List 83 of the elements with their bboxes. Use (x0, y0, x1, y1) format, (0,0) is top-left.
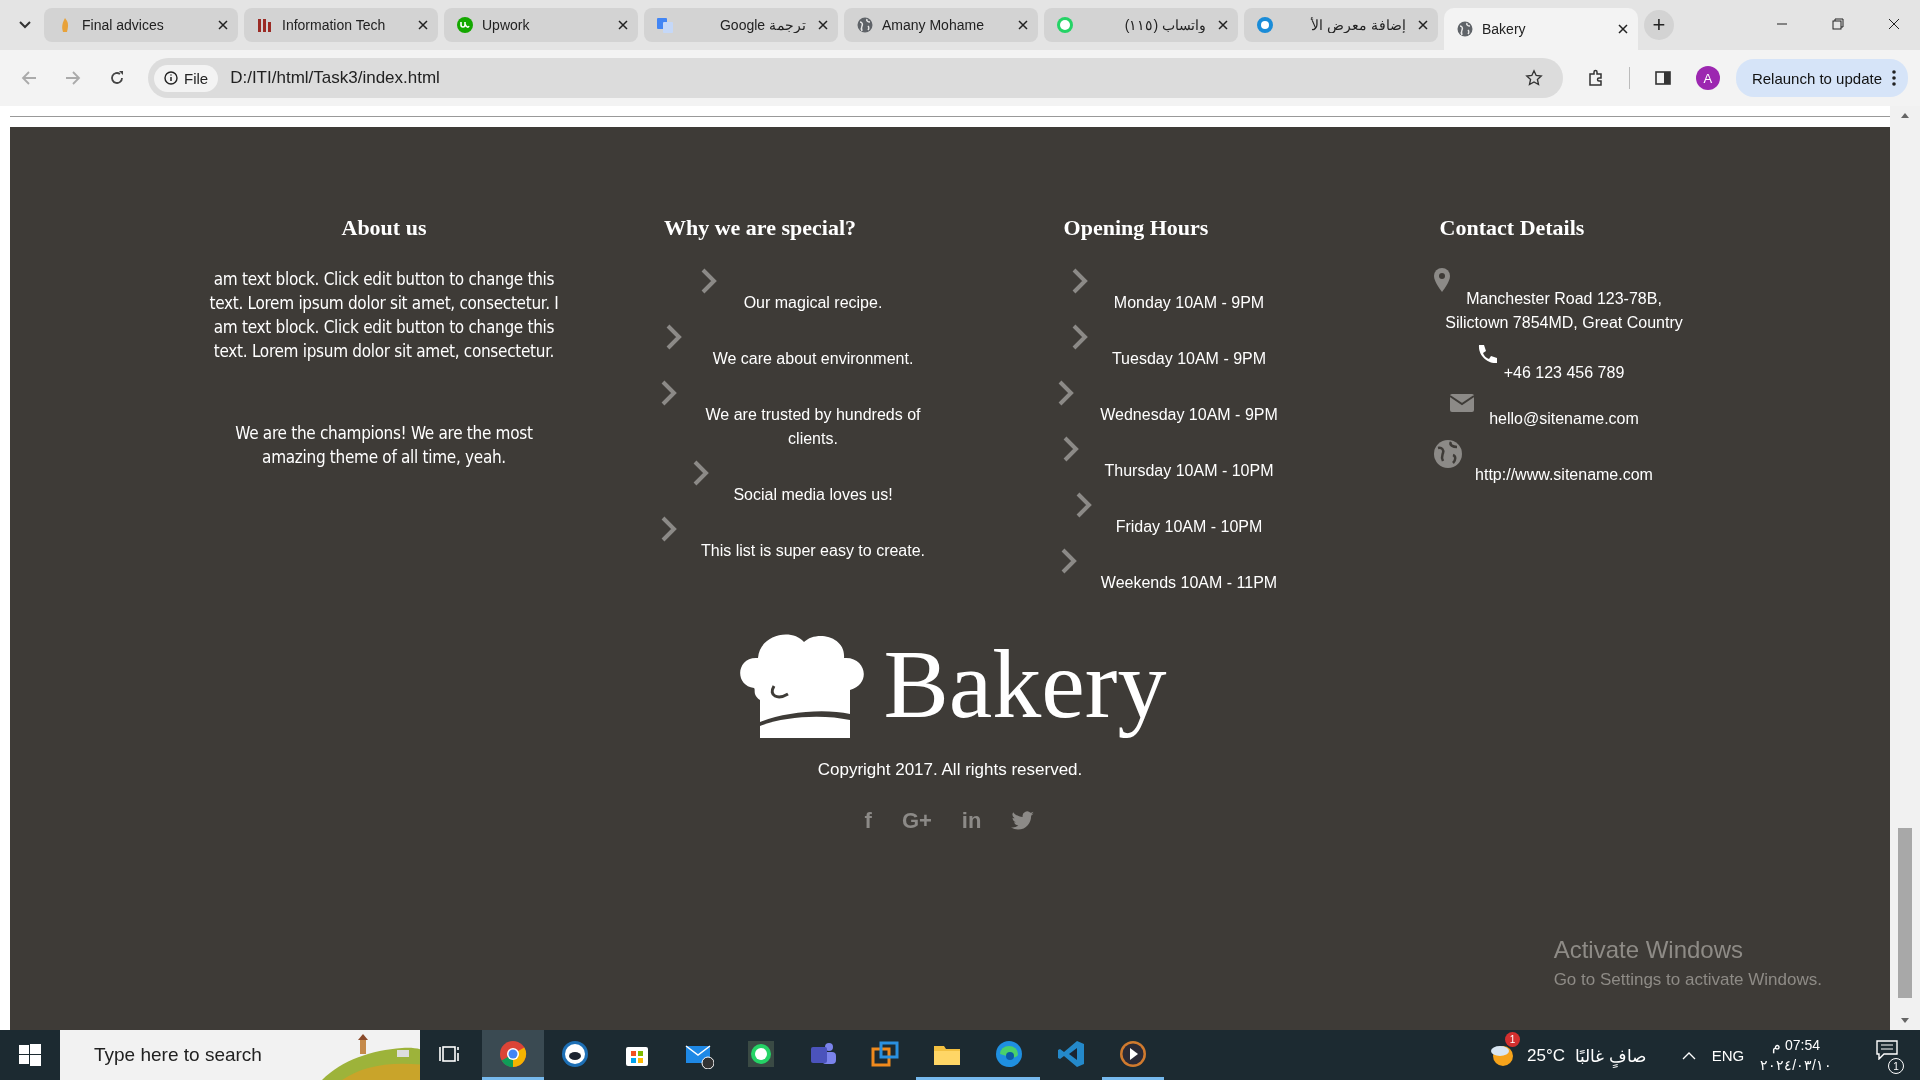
address-bar[interactable]: File D:/ITI/html/Task3/index.html (148, 58, 1563, 98)
url-text: D:/ITI/html/Task3/index.html (230, 68, 441, 88)
app-icon (560, 1038, 590, 1069)
scroll-up-icon[interactable] (1901, 112, 1909, 118)
list-item-text: We are trusted by hundreds of clients. (704, 405, 922, 449)
notification-badge: 1 (1505, 1032, 1520, 1047)
browser-tab[interactable]: Amany Mohame (844, 8, 1038, 42)
notification-badge: 1 (1888, 1058, 1904, 1074)
browser-tab[interactable]: Information Tech (244, 8, 438, 42)
browser-tab[interactable]: Final advices (44, 8, 238, 42)
globe-icon (1433, 439, 1463, 469)
browser-tab[interactable]: إضافة معرض الأ (1244, 8, 1438, 42)
contact-text: hello@sitename.com (1488, 409, 1640, 429)
play-icon (1118, 1038, 1148, 1069)
weather-condition: صافٍ غالبًا (1574, 1045, 1646, 1067)
favicon-icon (1456, 20, 1474, 38)
contact-text: http://www.sitename.com (1474, 465, 1654, 485)
favicon-icon (1056, 16, 1074, 34)
about-paragraph: We are the champions! We are the most amazing theme of all time, yeah. (234, 422, 534, 469)
list-item-text: Our magical recipe. (742, 293, 884, 313)
favicon-icon (456, 16, 474, 34)
chevron-icon (1075, 491, 1093, 519)
envelope-icon (1449, 393, 1475, 413)
location-pin-icon (1433, 267, 1451, 293)
list-item-text: Weekends 10AM - 11PM (1099, 573, 1279, 593)
chevron-icon (692, 459, 710, 487)
taskbar-search-bar[interactable]: Type here to search (60, 1030, 420, 1080)
more-icon[interactable] (1892, 70, 1896, 86)
chevron-icon (1071, 323, 1089, 351)
browser-icon (994, 1038, 1024, 1069)
new-tab-button[interactable]: + (1644, 10, 1674, 40)
chevron-icon (700, 267, 718, 295)
list-item-text: Monday 10AM - 9PM (1112, 293, 1266, 313)
column-heading: Why we are special? (663, 215, 857, 241)
list-item-text: We care about environment. (711, 349, 915, 369)
list-item-text: Social media loves us! (732, 485, 894, 505)
list-item-text: This list is super easy to create. (699, 541, 927, 561)
browser-tab[interactable]: Bakery (1444, 8, 1638, 50)
code-editor-icon (1056, 1038, 1086, 1069)
column-heading: Contact Details (1439, 215, 1585, 241)
info-icon (164, 71, 178, 85)
relaunch-button[interactable]: Relaunch to update (1735, 59, 1908, 97)
language-indicator[interactable]: ENG (1711, 1046, 1745, 1064)
chevron-icon (665, 323, 683, 351)
chat-icon (746, 1038, 776, 1069)
browser-tab[interactable]: Upwork (444, 8, 638, 42)
list-item-text: Thursday 10AM - 10PM (1103, 461, 1275, 481)
clock[interactable]: 07:54 م ٢٠٢٤/٠٣/١٠ (1760, 1035, 1832, 1075)
temperature-text: 25°C (1527, 1046, 1565, 1066)
browser-tab[interactable]: ترجمة Google (644, 8, 838, 42)
scroll-thumb[interactable] (1898, 828, 1912, 998)
profile-avatar[interactable]: A (1695, 66, 1720, 90)
logo-text: Bakery (883, 629, 1167, 740)
browser-tab[interactable]: واتساب (١١٥) (1044, 8, 1238, 42)
favicon-icon (1256, 16, 1274, 34)
favicon-icon (656, 16, 674, 34)
chevron-icon (1071, 267, 1089, 295)
list-item-text: Wednesday 10AM - 9PM (1099, 405, 1279, 425)
site-info-chip[interactable]: File (154, 64, 219, 92)
bird-icon[interactable] (1011, 810, 1036, 831)
activation-title: Activate Windows (1553, 936, 1745, 964)
notifications-button[interactable]: 1 (1848, 1036, 1906, 1074)
about-paragraph: am text block. Click edit button to change this text. Lorem ipsum dolor sit amet, consectetur. I am text block. Click edit button to change this text. Lorem ipsum dolor sit amet, consectetur. (208, 268, 560, 363)
chevron-icon (1057, 379, 1075, 407)
chevron-icon (660, 515, 678, 543)
scrollbar[interactable] (1890, 106, 1920, 1030)
activation-hint: Go to Settings to activate Windows. (1553, 970, 1822, 990)
search-field[interactable]: Type here to search (92, 1043, 306, 1067)
favicon-icon (856, 16, 874, 34)
column-heading: Opening Hours (1063, 215, 1209, 241)
chevron-icon (1060, 547, 1078, 575)
contact-text: Manchester Road 123-78B, Silictown 7854MD, Great Country (1444, 289, 1684, 333)
chevron-icon (660, 379, 678, 407)
list-item-text: Tuesday 10AM - 9PM (1110, 349, 1268, 369)
column-heading: About us (341, 215, 427, 241)
chrome-icon (498, 1038, 528, 1069)
copyright-text: Copyright 2017. All rights reserved. (817, 759, 1083, 780)
scroll-down-icon[interactable] (1901, 1018, 1909, 1024)
contact-text: +46 123 456 789 (1502, 363, 1626, 383)
message-icon (1876, 1040, 1898, 1060)
favicon-icon (256, 16, 274, 34)
chevron-icon (1062, 435, 1080, 463)
list-item-text: Friday 10AM - 10PM (1114, 517, 1264, 537)
